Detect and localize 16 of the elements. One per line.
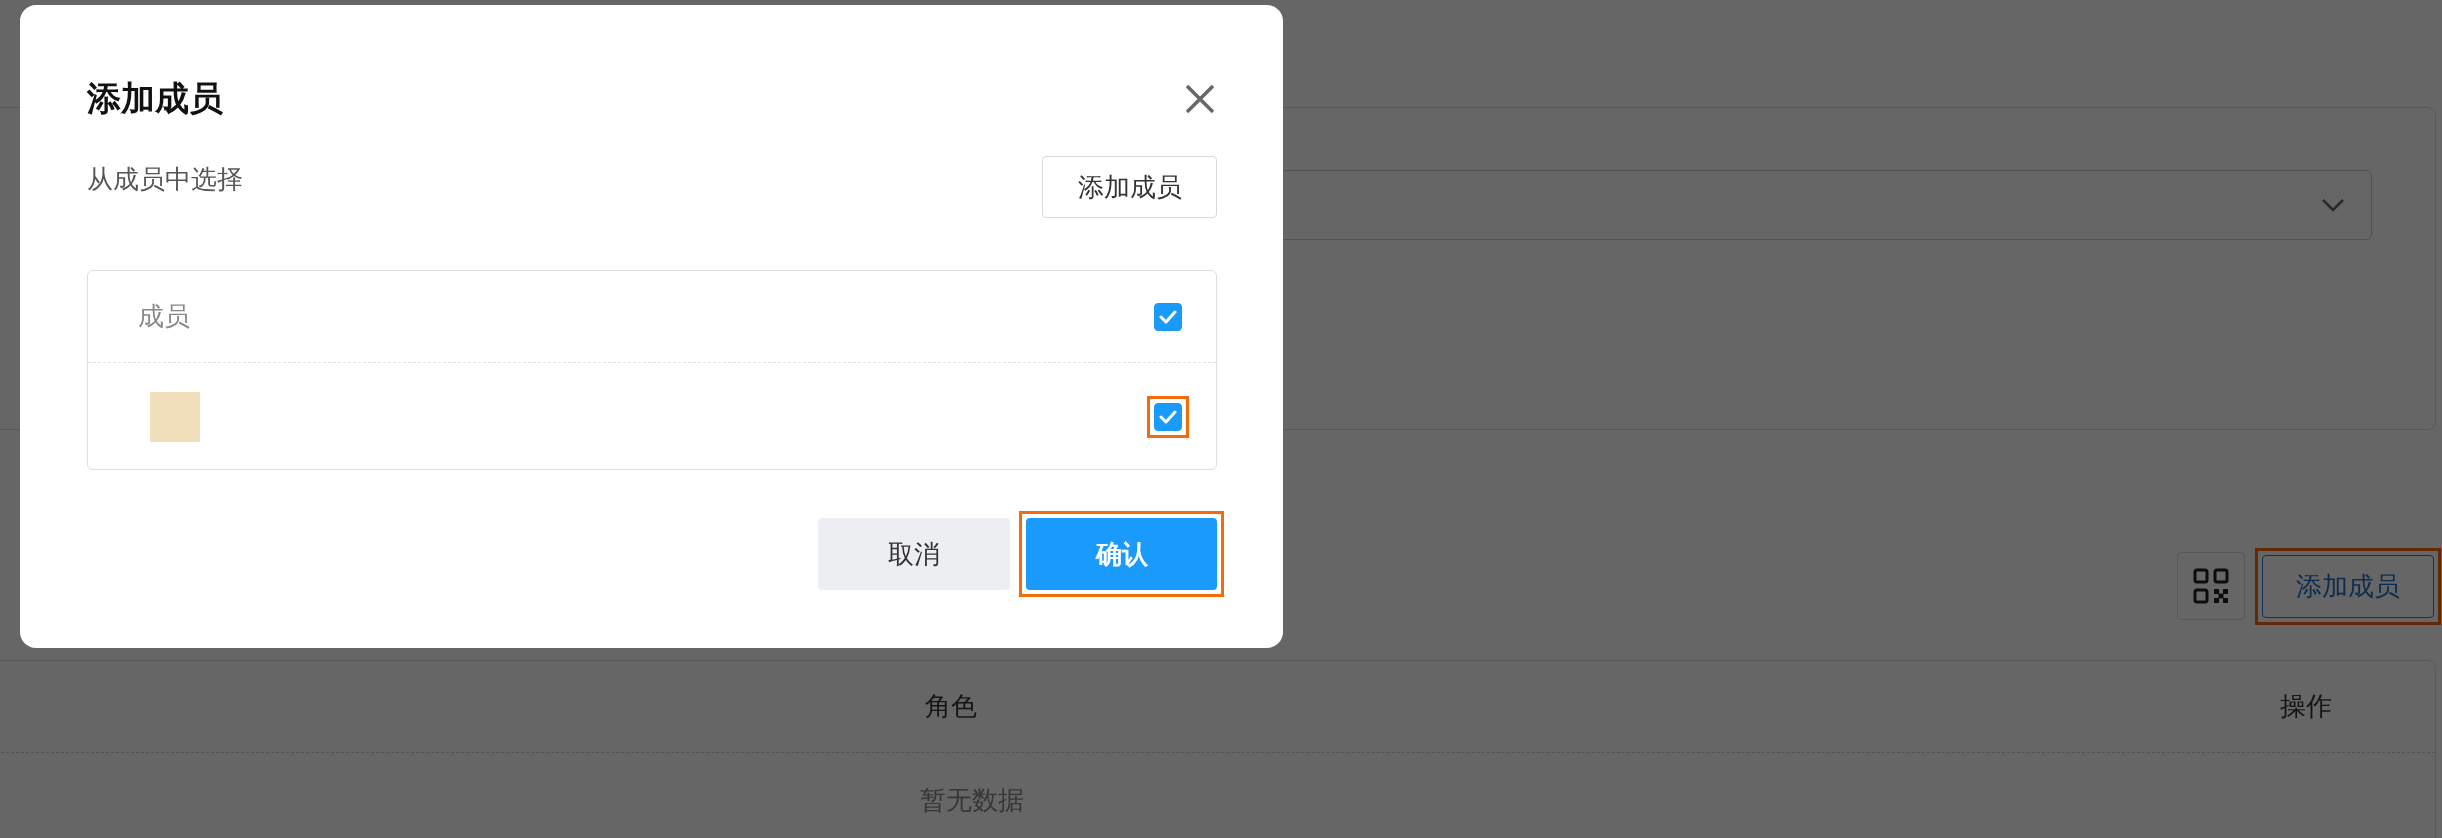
qr-code-button[interactable] [2177,552,2245,620]
qr-code-icon [2193,568,2229,604]
column-header: 成员 [138,300,190,333]
add-member-button[interactable]: 添加成员 [1042,156,1217,218]
checkbox[interactable] [1154,302,1182,331]
checkbox[interactable] [1154,402,1182,431]
column-header: 角色 [924,690,978,723]
avatar [150,391,200,442]
cancel-button[interactable]: 取消 [818,518,1010,590]
check-icon [1159,409,1177,424]
subtitle: 从成员中选择 [87,163,243,196]
dialog-title: 添加成员 [87,77,223,120]
check-icon [1159,309,1177,324]
close-icon[interactable] [1183,82,1217,116]
chevron-down-icon [2321,198,2345,212]
column-header: 操作 [2279,690,2333,723]
